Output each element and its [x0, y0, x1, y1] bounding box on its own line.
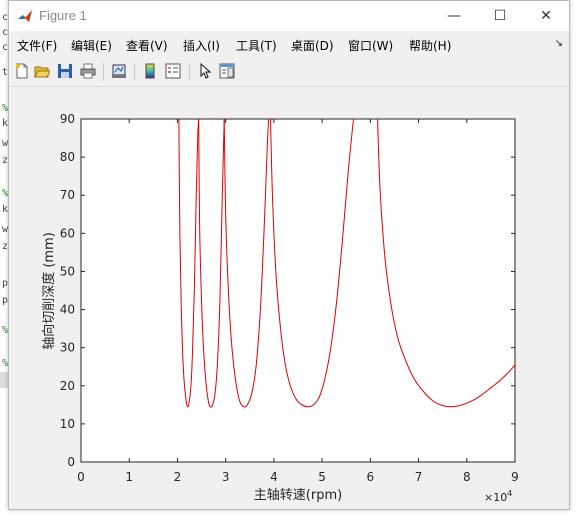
x-tick-label: 4 — [270, 470, 278, 484]
toolbar-separator — [134, 63, 135, 81]
close-button[interactable]: ✕ — [523, 1, 569, 31]
dock-arrow-icon[interactable]: ↘ — [555, 38, 563, 49]
menu-help[interactable]: 帮助(H) — [409, 37, 451, 54]
figure-toolbar — [9, 58, 569, 87]
menu-window[interactable]: 窗口(W) — [348, 37, 393, 54]
menu-file[interactable]: 文件(F) — [17, 37, 57, 54]
minimize-button[interactable]: — — [431, 1, 477, 31]
axes-box — [80, 118, 516, 463]
print-icon[interactable] — [79, 62, 97, 80]
x-tick-label: 3 — [222, 470, 230, 484]
y-tick-label: 90 — [60, 112, 75, 126]
plot-area: 0 1 2 3 4 5 6 7 8 9 0 10 20 30 40 50 60 70 80 90 主轴转速(rpm)… — [9, 87, 569, 509]
x-tick-label: 2 — [174, 470, 182, 484]
new-figure-icon[interactable] — [13, 62, 31, 80]
y-tick-label: 60 — [60, 226, 75, 240]
y-tick-label: 80 — [60, 150, 75, 164]
title-bar[interactable]: Figure 1 — ☐ ✕ — [9, 1, 569, 31]
y-axis-label: 轴向切削深度 (mm) — [41, 232, 57, 350]
y-tick-label: 40 — [60, 303, 75, 317]
property-editor-icon[interactable] — [218, 62, 236, 80]
colorbar-icon[interactable] — [141, 62, 159, 80]
x-tick-label: 9 — [511, 470, 519, 484]
minimize-icon: — — [447, 8, 461, 24]
maximize-button[interactable]: ☐ — [477, 1, 523, 31]
background-scrollbar — [0, 372, 8, 388]
y-tick-label: 70 — [60, 188, 75, 202]
pointer-icon[interactable] — [196, 62, 214, 80]
maximize-icon: ☐ — [493, 8, 507, 24]
figure-window: Figure 1 — ☐ ✕ 文件(F) 编辑(E) 查看(V) 插入(I) 工… — [8, 0, 570, 510]
menu-tools[interactable]: 工具(T) — [236, 37, 277, 54]
y-tick-label: 10 — [60, 417, 75, 431]
y-tick-label: 20 — [60, 379, 75, 393]
x-exponent-power: 4 — [507, 489, 512, 498]
x-exponent-base: ×10 — [484, 491, 507, 504]
stability-lobe-chart[interactable]: 0 1 2 3 4 5 6 7 8 9 0 10 20 30 40 50 60 70 80 90 主轴转速(rpm)… — [9, 87, 569, 509]
menu-view[interactable]: 查看(V) — [126, 37, 168, 54]
link-plot-icon[interactable] — [110, 62, 128, 80]
window-title: Figure 1 — [39, 8, 87, 23]
x-tick-label: 6 — [367, 470, 375, 484]
close-icon: ✕ — [540, 8, 552, 24]
x-tick-label: 5 — [318, 470, 326, 484]
open-file-icon[interactable] — [33, 62, 51, 80]
save-icon[interactable] — [56, 62, 74, 80]
toolbar-separator — [103, 63, 104, 81]
x-tick-label: 7 — [415, 470, 423, 484]
toolbar-separator — [189, 63, 190, 81]
y-tick-label: 30 — [60, 341, 75, 355]
y-tick-label: 50 — [60, 264, 75, 278]
x-axis-label: 主轴转速(rpm) — [254, 488, 342, 503]
x-tick-label: 0 — [77, 470, 85, 484]
matlab-icon — [18, 10, 32, 22]
x-tick-label: 8 — [463, 470, 471, 484]
y-tick-label: 0 — [67, 455, 75, 469]
x-exponent-label: ×104 — [484, 489, 512, 504]
legend-icon[interactable] — [164, 62, 182, 80]
menu-bar: 文件(F) 编辑(E) 查看(V) 插入(I) 工具(T) 桌面(D) 窗口(W… — [9, 32, 569, 56]
menu-edit[interactable]: 编辑(E) — [71, 37, 112, 54]
x-tick-label: 1 — [125, 470, 133, 484]
menu-insert[interactable]: 插入(I) — [183, 37, 220, 54]
menu-desktop[interactable]: 桌面(D) — [291, 37, 334, 54]
